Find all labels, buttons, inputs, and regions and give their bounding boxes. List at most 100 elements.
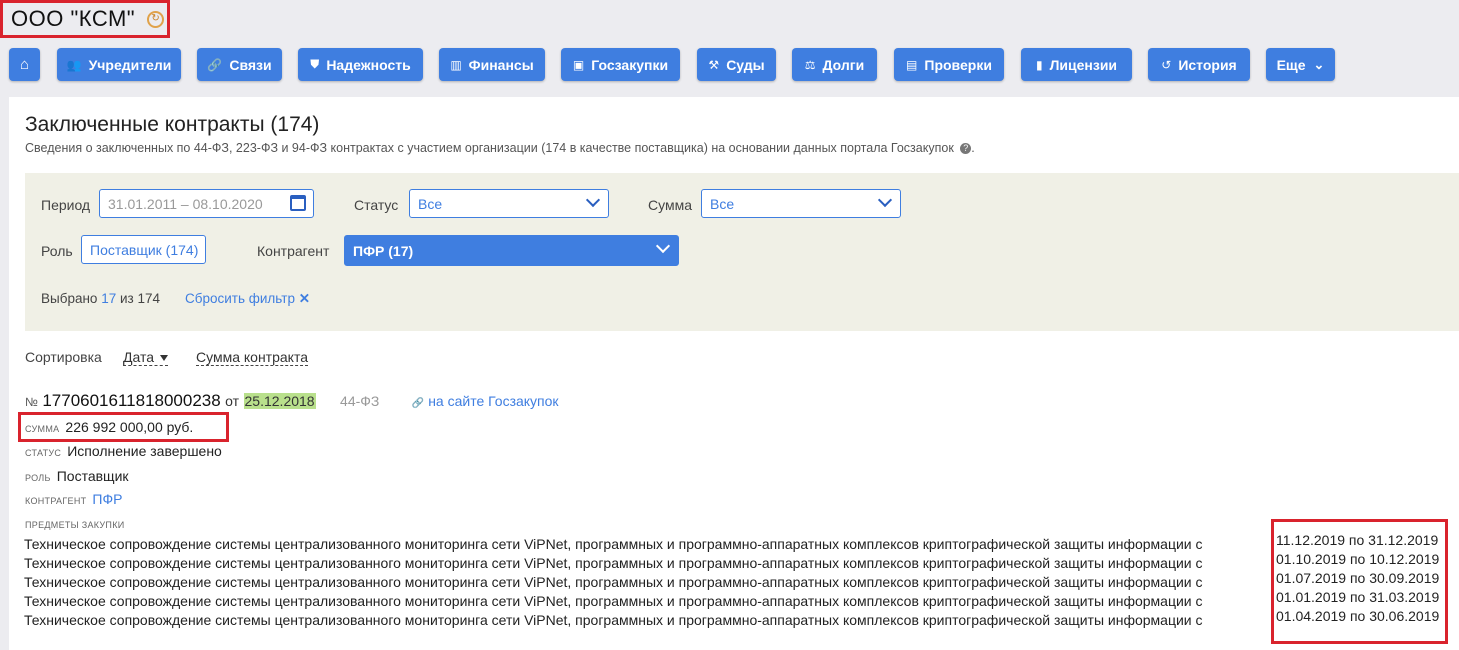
sort-bar: Сортировка Дата Сумма контракта [25,349,308,366]
nav-inspections-button[interactable]: ▤ Проверки [894,48,1004,81]
chevron-down-icon [877,192,893,208]
list-item: Техническое сопровождение системы центра… [24,574,1203,590]
nav-procurement-button[interactable]: ▣ Госзакупки [561,48,680,81]
role-value: Поставщик [56,468,129,484]
nav-label: Проверки [924,56,992,73]
close-icon: ✕ [298,291,311,306]
item-period: 01.04.2019 по 30.06.2019 [1276,608,1440,624]
chevron-down-icon [585,192,601,208]
rotate-icon[interactable]: ↻ [147,10,165,28]
item-period: 01.10.2019 по 10.12.2019 [1276,551,1440,567]
role-key: роль [25,473,51,483]
period-value: 31.01.2011 – 08.10.2020 [108,195,263,212]
sum-select[interactable]: Все [701,189,901,218]
item-period: 01.01.2019 по 31.03.2019 [1276,589,1440,605]
shield-icon: ⛊ [310,57,320,71]
period-label: Период [41,197,91,213]
status-select[interactable]: Все [409,189,609,218]
company-name: ООО "КСМ" [11,6,136,31]
number-label: № [25,395,38,409]
status-label: Статус [354,197,399,213]
counterparty-label: Контрагент [257,243,330,259]
from-label: от [225,393,240,409]
sum-key: сумма [25,424,60,434]
chevron-down-icon: ⌄ [1313,56,1325,72]
sort-sum-label: Сумма контракта [196,349,308,365]
sort-date-label: Дата [123,349,155,365]
page-subtitle-text: Сведения о заключенных по 44-ФЗ, 223-ФЗ … [25,141,954,155]
nav-more-button[interactable]: Еще ⌄ [1266,48,1335,81]
users-icon: 👥 [66,57,82,72]
home-icon: ⌂ [19,56,30,73]
book-icon: ▮ [1035,57,1043,72]
role-chip[interactable]: Поставщик (174) [81,235,206,264]
status-key: статус [25,448,62,458]
nav-courts-button[interactable]: ⚒ Суды [697,48,776,81]
contract-counterparty: контрагент ПФР [25,491,122,509]
page-subtitle: Сведения о заключенных по 44-ФЗ, 223-ФЗ … [25,141,975,155]
nav-founders-button[interactable]: 👥 Учредители [57,48,181,81]
status-value: Исполнение завершено [67,443,222,459]
item-period: 11.12.2019 по 31.12.2019 [1276,532,1439,548]
link-icon: 🔗 [411,398,425,409]
reset-filter-label: Сбросить фильтр [185,291,295,306]
sum-label: Сумма [648,197,692,213]
list-item: Техническое сопровождение системы центра… [24,612,1203,628]
nav-label: Надежность [326,56,411,73]
sort-label: Сортировка [25,349,102,365]
counterparty-key: контрагент [25,496,87,506]
counterparty-link[interactable]: ПФР [92,491,122,507]
role-label: Роль [41,243,73,259]
nav-label: Связи [229,56,272,73]
period-input[interactable]: 31.01.2011 – 08.10.2020 [99,189,314,218]
list-item: Техническое сопровождение системы центра… [24,593,1203,609]
selected-of: из 174 [119,291,160,306]
contract-sum: сумма 226 992 000,00 руб. [25,419,193,437]
nav-links-button[interactable]: 🔗 Связи [197,48,282,81]
scales-icon: ⚖ [804,57,816,72]
procurement-site-link[interactable]: 🔗 на сайте Госзакупок [412,393,559,409]
history-icon: ↺ [1161,57,1172,72]
nav-home-button[interactable]: ⌂ [9,48,40,81]
item-period: 01.07.2019 по 30.09.2019 [1276,570,1440,586]
site-link-label: на сайте Госзакупок [428,393,559,409]
counterparty-select[interactable]: ПФР (17) [344,235,679,266]
nav-history-button[interactable]: ↺ История [1148,48,1250,81]
sort-date-option[interactable]: Дата [123,349,169,366]
nav-finance-button[interactable]: ▥ Финансы [439,48,545,81]
contract-role: роль Поставщик [25,468,129,486]
sort-sum-option[interactable]: Сумма контракта [196,349,308,366]
counterparty-value: ПФР (17) [353,242,414,259]
list-item: Техническое сопровождение системы центра… [24,555,1203,571]
link-icon: 🔗 [207,57,223,72]
clipboard-icon: ▤ [906,57,918,72]
filter-panel: Период 31.01.2011 – 08.10.2020 Статус Вс… [25,173,1459,331]
dates-highlight: 11.12.2019 по 31.12.2019 01.10.2019 по 1… [1271,519,1448,644]
nav-label: Суды [726,56,765,73]
procurement-items: Техническое сопровождение системы центра… [24,535,1277,630]
contract-number[interactable]: 1770601611818000238 [42,391,220,410]
main-content: Заключенные контракты (174) Сведения о з… [9,97,1459,650]
nav-label: Лицензии [1049,56,1118,73]
sum-value: Все [710,195,735,212]
sum-value: 226 992 000,00 руб. [65,419,194,435]
nav-reliability-button[interactable]: ⛊ Надежность [298,48,423,81]
nav-licenses-button[interactable]: ▮ Лицензии [1021,48,1132,81]
help-icon[interactable]: ? [960,143,972,155]
nav-label: Долги [822,56,865,73]
chevron-down-icon [655,238,671,254]
status-value: Все [418,195,443,212]
company-header: ООО "КСМ" ↻ [0,0,170,38]
contract-status: статус Исполнение завершено [25,443,222,461]
gavel-icon: ⚒ [708,57,720,72]
items-key: предметы закупки [25,520,125,530]
selected-info: Выбрано 17 из 174 [41,291,160,306]
reset-filter-link[interactable]: Сбросить фильтр ✕ [185,291,310,307]
list-item: Техническое сопровождение системы центра… [24,536,1203,552]
contract-header: № 1770601611818000238 от 25.12.2018 44-Ф… [25,391,559,411]
nav-label: Учредители [88,56,172,73]
selected-prefix: Выбрано [41,291,98,306]
nav-debts-button[interactable]: ⚖ Долги [792,48,877,81]
card-icon: ▣ [572,57,585,72]
calendar-icon[interactable] [290,195,306,211]
